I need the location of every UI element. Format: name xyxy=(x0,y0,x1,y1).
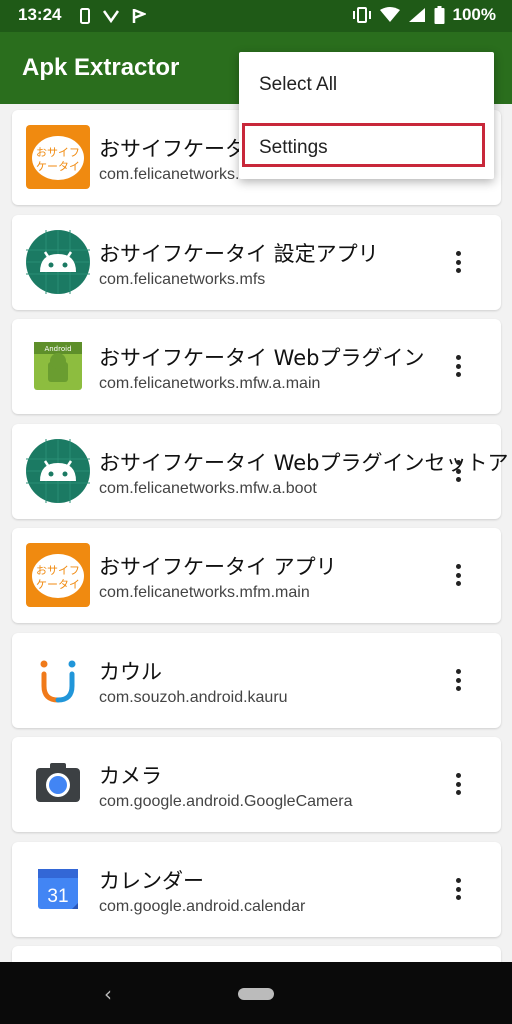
svg-text:31: 31 xyxy=(47,886,68,907)
svg-text:ケータイ: ケータイ xyxy=(36,578,80,591)
svg-text:Android: Android xyxy=(44,345,71,353)
app-list-item[interactable]: おサイフケータイ Webプラグインセットアップ com.felicanetwor… xyxy=(12,424,512,519)
app-package: com.google.android.calendar xyxy=(99,898,306,915)
app-name: おサイフケータイ 設定アプリ xyxy=(99,242,379,266)
phone-icon xyxy=(80,8,90,24)
app-list-item[interactable] xyxy=(12,946,501,962)
more-options-icon[interactable] xyxy=(455,878,461,902)
osaifu-keitai-icon: おサイフ ケータイ xyxy=(26,125,90,189)
app-list-item[interactable]: Android おサイフケータイ Webプラグイン com.felicanetw… xyxy=(12,319,501,414)
svg-text:おサイフ: おサイフ xyxy=(36,146,80,159)
back-icon[interactable]: ‹ xyxy=(104,982,112,1006)
android-icon xyxy=(26,439,90,503)
android-icon xyxy=(26,230,90,294)
app-name: おサイフケータイ Webプラグインセットアップ xyxy=(99,451,512,475)
app-package: com.felicanetworks.mfs xyxy=(99,271,266,288)
more-options-icon[interactable] xyxy=(455,669,461,693)
app-name: おサイフケータイ Webプラグイン xyxy=(99,346,425,370)
svg-text:ケータイ: ケータイ xyxy=(36,160,80,173)
navigation-bar: ‹ xyxy=(0,962,512,1024)
signal-icon xyxy=(408,8,425,22)
menu-item-select-all[interactable]: Select All xyxy=(239,54,494,114)
battery-icon xyxy=(434,6,445,24)
status-bar: 13:24 100% xyxy=(0,0,512,32)
app-list-item[interactable]: おサイフケータイ 設定アプリ com.felicanetworks.mfs xyxy=(12,215,501,310)
app-name: カウル xyxy=(99,660,162,684)
app-list-item[interactable]: 31 カレンダー com.google.android.calendar xyxy=(12,842,501,937)
app-package: com.felicanetworks.mfm.main xyxy=(99,584,310,601)
app-package: com.souzoh.android.kauru xyxy=(99,689,288,706)
app-title: Apk Extractor xyxy=(22,54,180,81)
more-options-icon[interactable] xyxy=(455,460,461,484)
osaifu-keitai-icon: おサイフ ケータイ xyxy=(26,543,90,607)
app-name: カメラ xyxy=(99,764,162,788)
app-package: com.google.android.GoogleCamera xyxy=(99,793,353,810)
battery-percent: 100% xyxy=(452,5,496,24)
calendar-icon: 31 xyxy=(38,869,78,909)
menu-item-settings[interactable]: Settings xyxy=(239,117,494,177)
app-package: com.felicanetworks.mfw.a.main xyxy=(99,375,321,392)
status-time: 13:24 xyxy=(18,5,62,24)
app-list-item[interactable]: カメラ com.google.android.GoogleCamera xyxy=(12,737,501,832)
more-options-icon[interactable] xyxy=(455,564,461,588)
wifi-icon xyxy=(379,7,400,22)
vpn-icon xyxy=(102,10,120,24)
camera-icon xyxy=(36,763,80,802)
more-options-icon[interactable] xyxy=(455,355,461,379)
more-options-icon[interactable] xyxy=(455,773,461,797)
flag-icon xyxy=(132,8,146,23)
app-package: com.felicanetworks.mfw.a.boot xyxy=(99,480,317,497)
app-name: カレンダー xyxy=(99,869,204,893)
kauru-icon xyxy=(40,660,76,703)
overflow-menu: Select All Settings xyxy=(239,52,494,179)
app-list-item[interactable]: おサイフ ケータイ おサイフケータイ アプリ com.felicanetwork… xyxy=(12,528,501,623)
android-generic-icon: Android xyxy=(34,342,82,390)
app-list-item[interactable]: カウル com.souzoh.android.kauru xyxy=(12,633,501,728)
more-options-icon[interactable] xyxy=(455,251,461,275)
home-pill[interactable] xyxy=(238,988,274,1000)
vibrate-icon xyxy=(352,7,371,23)
app-list[interactable]: おサイフ ケータイ おサイフケータイ アプ com.felicanetworks… xyxy=(0,104,512,962)
app-name: おサイフケータイ アプリ xyxy=(99,555,337,579)
svg-text:おサイフ: おサイフ xyxy=(36,564,80,577)
